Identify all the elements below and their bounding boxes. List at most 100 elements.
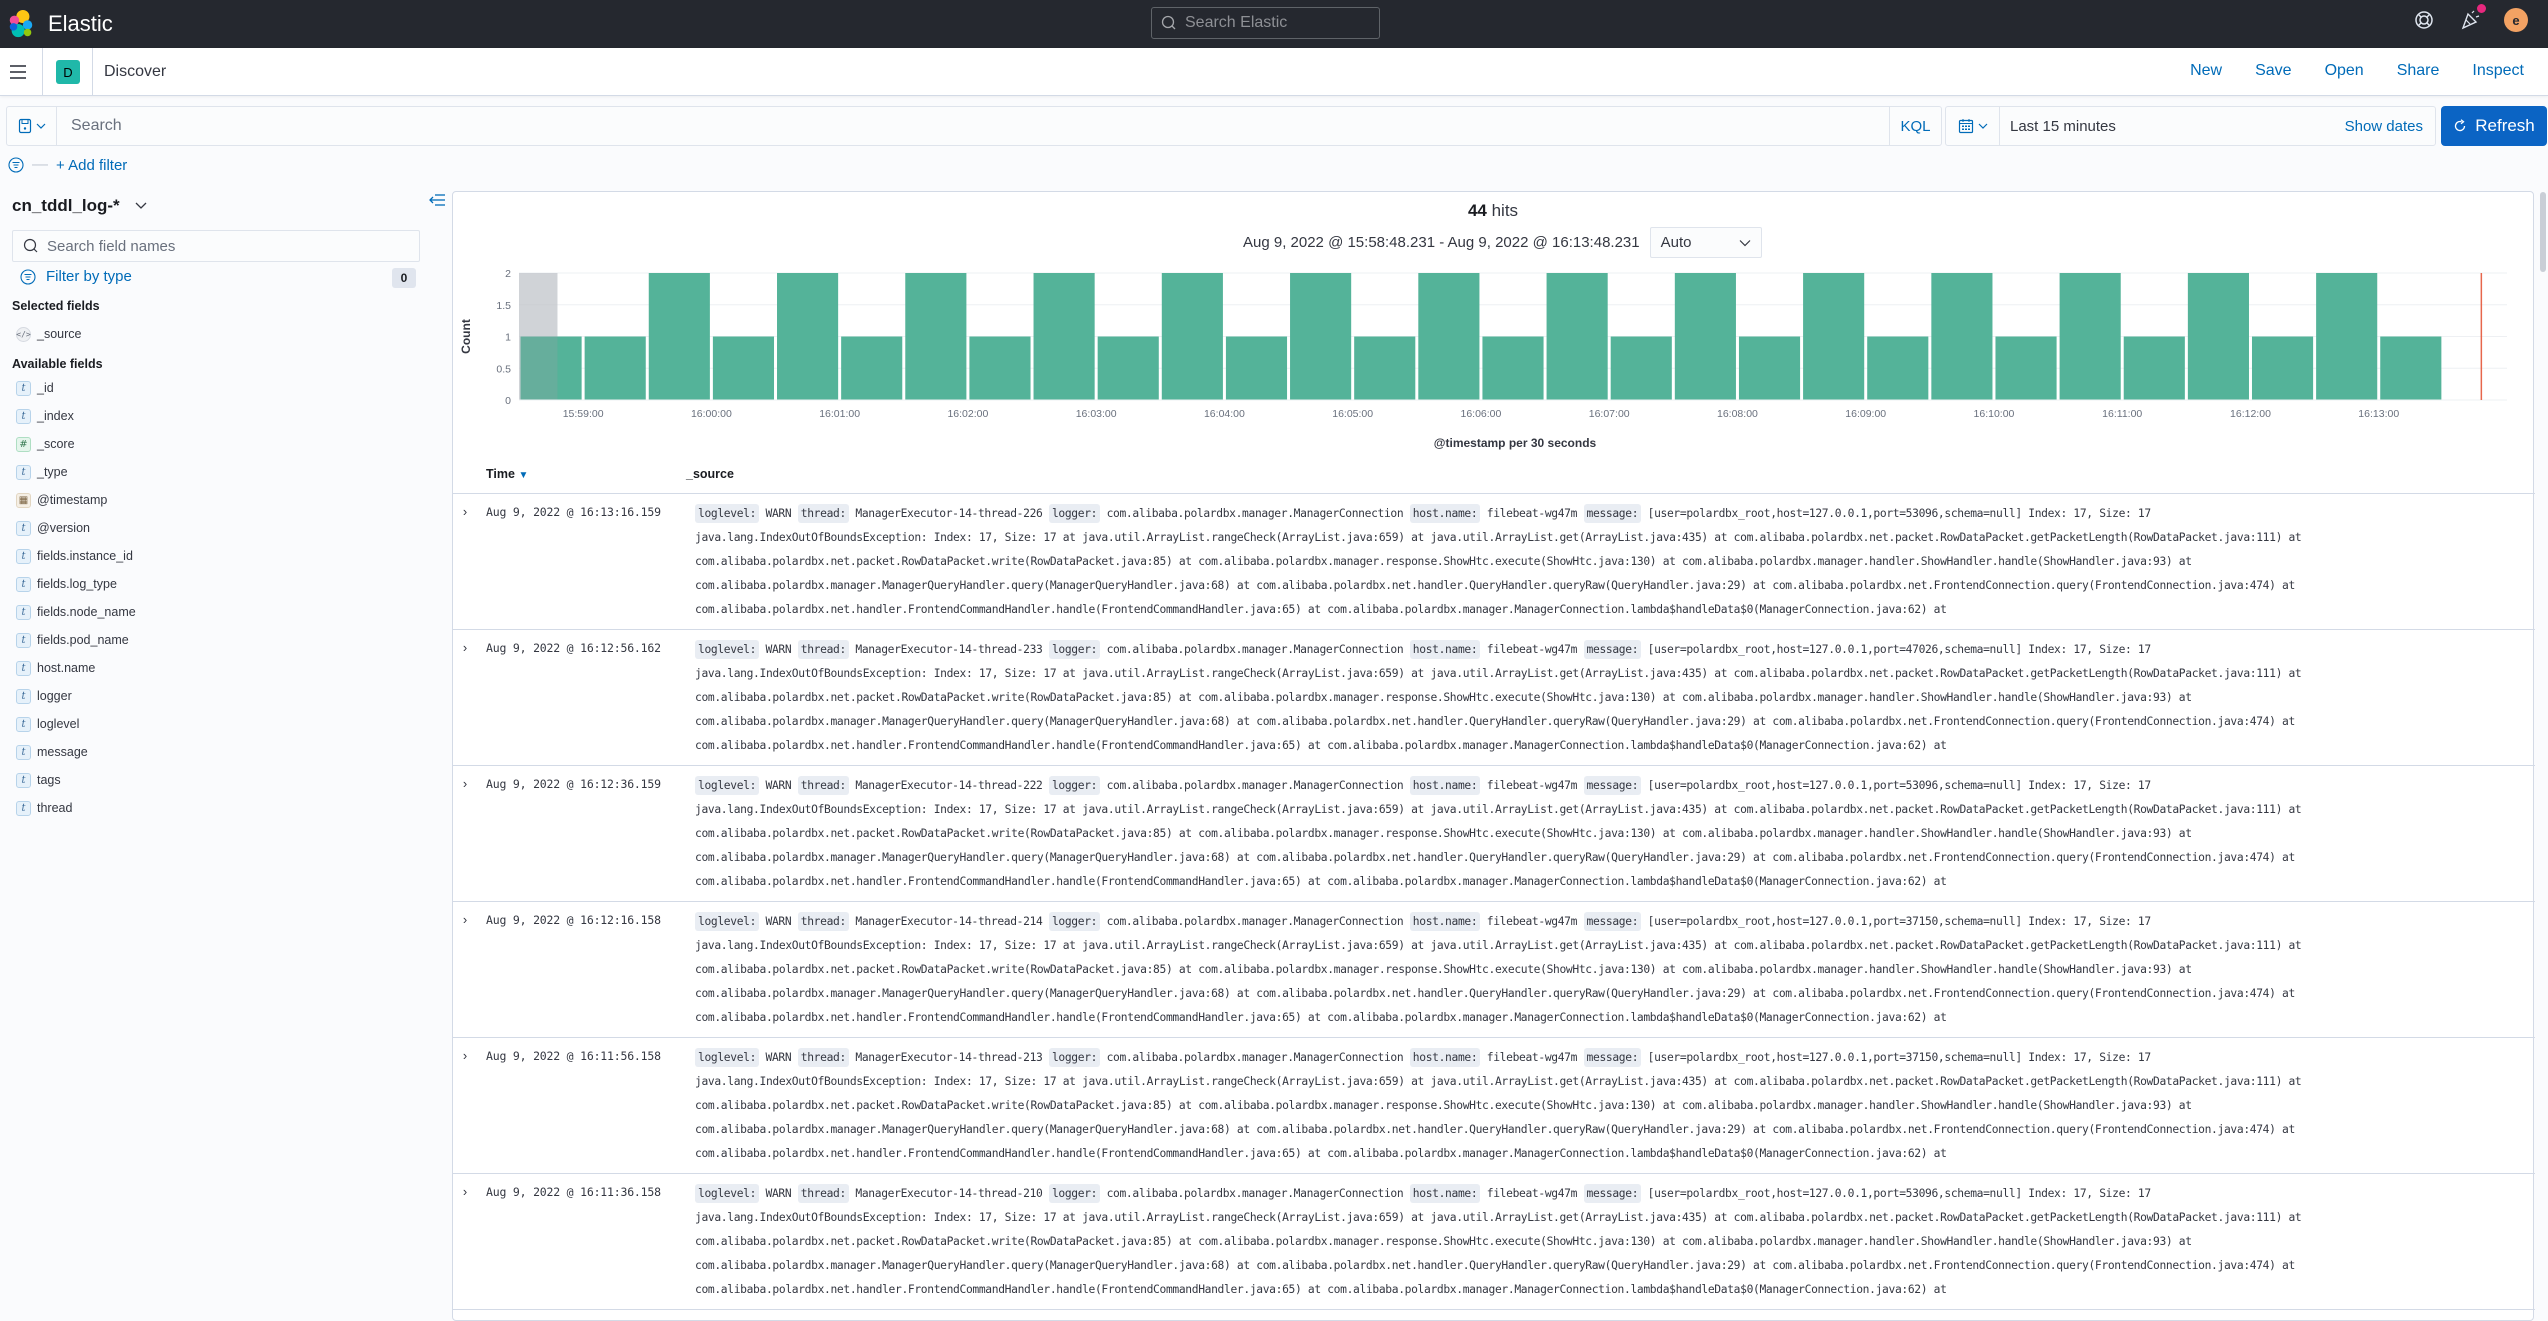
histogram-bar[interactable] (1097, 336, 1159, 401)
open-button[interactable]: Open (2325, 62, 2364, 80)
histogram-bar[interactable] (1225, 336, 1288, 401)
expand-row-icon[interactable]: › (453, 774, 477, 895)
column-header-time[interactable]: Time ▼ (486, 467, 686, 481)
field-value: filebeat-wg47m (1480, 643, 1584, 656)
user-avatar[interactable]: e (2504, 8, 2528, 32)
table-header: Time ▼ _source (453, 454, 2535, 494)
histogram-bar[interactable] (1354, 336, 1416, 401)
histogram-bar[interactable] (841, 336, 903, 401)
filter-options-icon[interactable] (8, 157, 24, 173)
field-name: loglevel (37, 717, 80, 731)
field-item[interactable]: t fields.pod_name (16, 626, 136, 654)
field-item[interactable]: t @version (16, 514, 136, 542)
field-key: thread: (797, 776, 849, 795)
field-item[interactable]: t tags (16, 766, 136, 794)
field-item[interactable]: t _index (16, 402, 136, 430)
stack-trace-line: com.alibaba.polardbx.net.handler.Fronten… (695, 739, 1947, 752)
query-language-button[interactable]: KQL (1889, 107, 1941, 145)
x-tick-label: 16:01:00 (819, 408, 860, 420)
interval-select[interactable]: Auto (1649, 227, 1762, 258)
filter-count-badge: 0 (392, 268, 416, 288)
histogram-bar[interactable] (1995, 336, 2057, 401)
help-icon[interactable] (2412, 8, 2436, 32)
field-item[interactable]: t host.name (16, 654, 136, 682)
histogram-bar[interactable] (648, 273, 710, 400)
field-key: message: (1583, 776, 1642, 795)
field-item[interactable]: t logger (16, 682, 136, 710)
field-name: logger (37, 689, 72, 703)
expand-row-icon[interactable]: › (453, 502, 477, 623)
new-button[interactable]: New (2190, 62, 2222, 80)
global-search-input[interactable]: Search Elastic (1151, 7, 1380, 39)
histogram-bar[interactable] (2316, 273, 2378, 400)
histogram-bar[interactable] (1418, 273, 1480, 400)
string-type-icon: t (16, 408, 31, 424)
histogram-bar[interactable] (2123, 336, 2185, 401)
histogram-bar[interactable] (1033, 273, 1095, 400)
expand-row-icon[interactable]: › (453, 638, 477, 759)
expand-row-icon[interactable]: › (453, 1182, 477, 1303)
inspect-button[interactable]: Inspect (2472, 62, 2524, 80)
histogram-bar[interactable] (1290, 273, 1352, 400)
histogram-bar[interactable] (1738, 336, 1801, 401)
field-search-input[interactable] (47, 237, 407, 255)
histogram-bar[interactable] (1482, 336, 1544, 401)
field-item[interactable]: t fields.instance_id (16, 542, 136, 570)
histogram-bar[interactable] (777, 273, 839, 400)
histogram-bar[interactable] (1610, 336, 1672, 401)
quick-select-button[interactable] (1946, 107, 2000, 145)
field-item[interactable]: t _type (16, 458, 136, 486)
menu-icon[interactable] (8, 62, 28, 82)
add-filter-button[interactable]: + Add filter (56, 157, 127, 174)
histogram-bar[interactable] (2187, 273, 2249, 400)
histogram-bar[interactable] (584, 336, 646, 401)
query-input[interactable] (57, 107, 1889, 145)
field-key: message: (1583, 912, 1642, 931)
elastic-logo-icon[interactable] (6, 9, 36, 39)
index-pattern-selector[interactable]: cn_tddl_log-* (12, 196, 148, 216)
saved-query-button[interactable] (7, 107, 57, 145)
time-range-display[interactable]: Last 15 minutes (2000, 118, 2345, 135)
histogram-bar[interactable] (712, 336, 775, 401)
histogram-bar[interactable] (1546, 273, 1608, 400)
x-tick-label: 16:02:00 (947, 408, 988, 420)
field-item[interactable]: t fields.node_name (16, 598, 136, 626)
divider (92, 48, 93, 96)
string-type-icon: t (16, 520, 31, 536)
expand-row-icon[interactable]: › (453, 910, 477, 1031)
histogram-bar[interactable] (2059, 273, 2121, 400)
field-item[interactable]: ▦ @timestamp (16, 486, 136, 514)
space-avatar[interactable]: D (56, 60, 80, 84)
field-item[interactable]: t fields.log_type (16, 570, 136, 598)
expand-row-icon[interactable]: › (453, 1046, 477, 1167)
field-value: filebeat-wg47m (1480, 779, 1584, 792)
histogram-bar[interactable] (1161, 273, 1223, 400)
refresh-button[interactable]: Refresh (2441, 106, 2547, 146)
newsfeed-button[interactable] (2458, 4, 2486, 32)
histogram-bar[interactable] (2251, 336, 2314, 401)
field-item[interactable]: t loglevel (16, 710, 136, 738)
histogram-bar[interactable] (1674, 273, 1736, 400)
share-button[interactable]: Share (2397, 62, 2440, 80)
histogram-bar[interactable] (2380, 336, 2442, 401)
histogram-bar[interactable] (905, 273, 967, 400)
field-item[interactable]: </> _source (16, 320, 81, 348)
scrollbar[interactable] (2540, 192, 2546, 272)
show-dates-button[interactable]: Show dates (2345, 118, 2435, 135)
save-button[interactable]: Save (2255, 62, 2291, 80)
field-value: ManagerExecutor-14-thread-210 (848, 1187, 1049, 1200)
field-item[interactable]: # _score (16, 430, 136, 458)
filter-by-type-button[interactable]: Filter by type (20, 268, 132, 285)
histogram-bar[interactable] (1803, 273, 1865, 400)
y-tick-label: 2 (505, 268, 511, 280)
field-item[interactable]: t thread (16, 794, 136, 822)
collapse-sidebar-icon[interactable] (428, 192, 446, 208)
histogram-chart[interactable]: 0 0.5 1 1.5 2 15:59:00 16:00:00 16:01:00 16:02:0… (453, 257, 2535, 453)
histogram-bar[interactable] (1867, 336, 1929, 401)
sort-desc-icon[interactable]: ▼ (518, 470, 528, 481)
field-item[interactable]: t message (16, 738, 136, 766)
stack-trace-line: com.alibaba.polardbx.net.packet.RowDataP… (695, 827, 2192, 840)
histogram-bar[interactable] (969, 336, 1031, 401)
histogram-bar[interactable] (1931, 273, 1993, 400)
field-item[interactable]: t _id (16, 374, 136, 402)
